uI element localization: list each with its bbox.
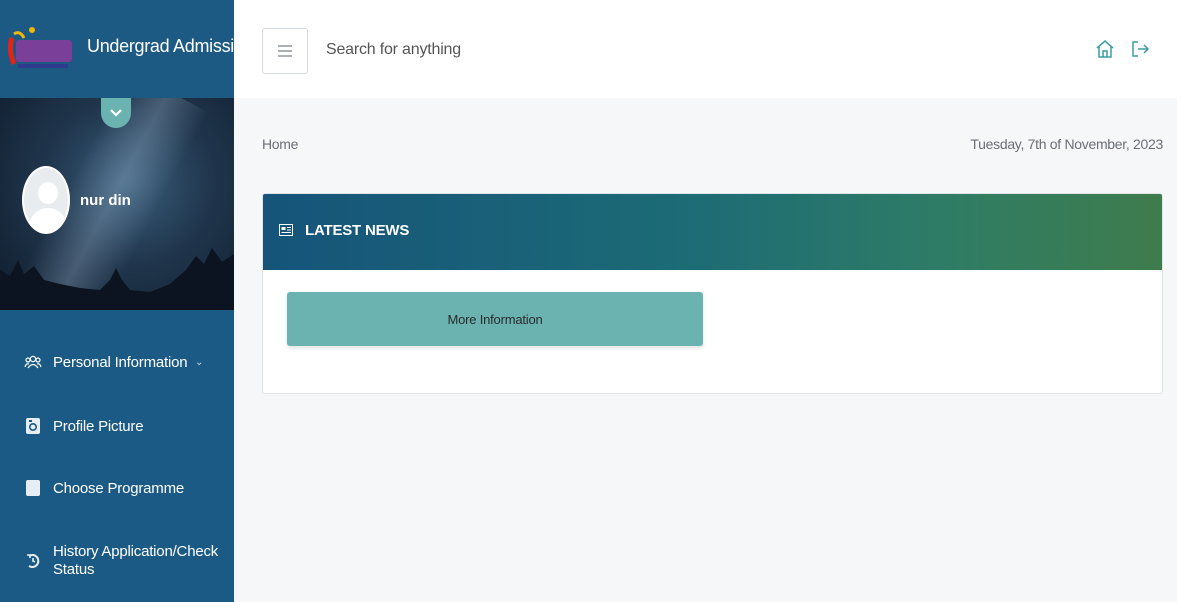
- newspaper-icon: [279, 224, 293, 236]
- app-title: Undergrad Admission: [87, 36, 234, 56]
- top-bar: [234, 0, 1177, 98]
- home-icon: [1096, 40, 1114, 58]
- sidebar-item-choose-programme[interactable]: Choose Programme: [0, 468, 234, 508]
- sidebar-item-label: Profile Picture: [53, 417, 144, 435]
- hamburger-icon: [278, 45, 292, 57]
- sidebar-item-label: History Application/Check Status: [53, 543, 219, 578]
- more-information-button[interactable]: More Information: [287, 292, 703, 346]
- users-icon: [24, 353, 42, 371]
- home-button[interactable]: [1094, 38, 1116, 60]
- book-icon: [24, 479, 42, 497]
- sidebar-item-history-application[interactable]: History Application/Check Status: [0, 536, 234, 586]
- camera-icon: [24, 417, 42, 435]
- landscape-silhouette: [0, 248, 234, 310]
- logout-button[interactable]: [1129, 38, 1151, 60]
- current-date: Tuesday, 7th of November, 2023: [970, 136, 1163, 152]
- brand-bar: Undergrad Admission: [0, 0, 234, 98]
- sidebar: Undergrad Admission nur din Personal Inf…: [0, 0, 234, 602]
- chevron-down-icon: [110, 109, 122, 117]
- profile-toggle-button[interactable]: [101, 98, 131, 128]
- card-header: LATEST NEWS: [263, 194, 1162, 270]
- breadcrumb[interactable]: Home: [262, 136, 298, 152]
- latest-news-card: LATEST NEWS More Information: [262, 193, 1163, 394]
- logout-icon: [1132, 41, 1150, 57]
- uims-logo: [7, 27, 72, 68]
- menu-toggle-button[interactable]: [262, 28, 308, 74]
- chevron-down-icon: ⌄: [195, 356, 204, 368]
- sidebar-item-label: Choose Programme: [53, 479, 185, 497]
- sidebar-item-personal-information[interactable]: Personal Information ⌄: [0, 342, 234, 382]
- sidebar-item-profile-picture[interactable]: Profile Picture: [0, 406, 234, 446]
- search-input[interactable]: [326, 36, 746, 64]
- avatar[interactable]: [22, 166, 70, 234]
- user-name: nur din: [80, 192, 131, 209]
- sidebar-item-label: Personal Information: [53, 353, 188, 371]
- card-title: LATEST NEWS: [305, 222, 410, 239]
- history-icon: [24, 552, 42, 570]
